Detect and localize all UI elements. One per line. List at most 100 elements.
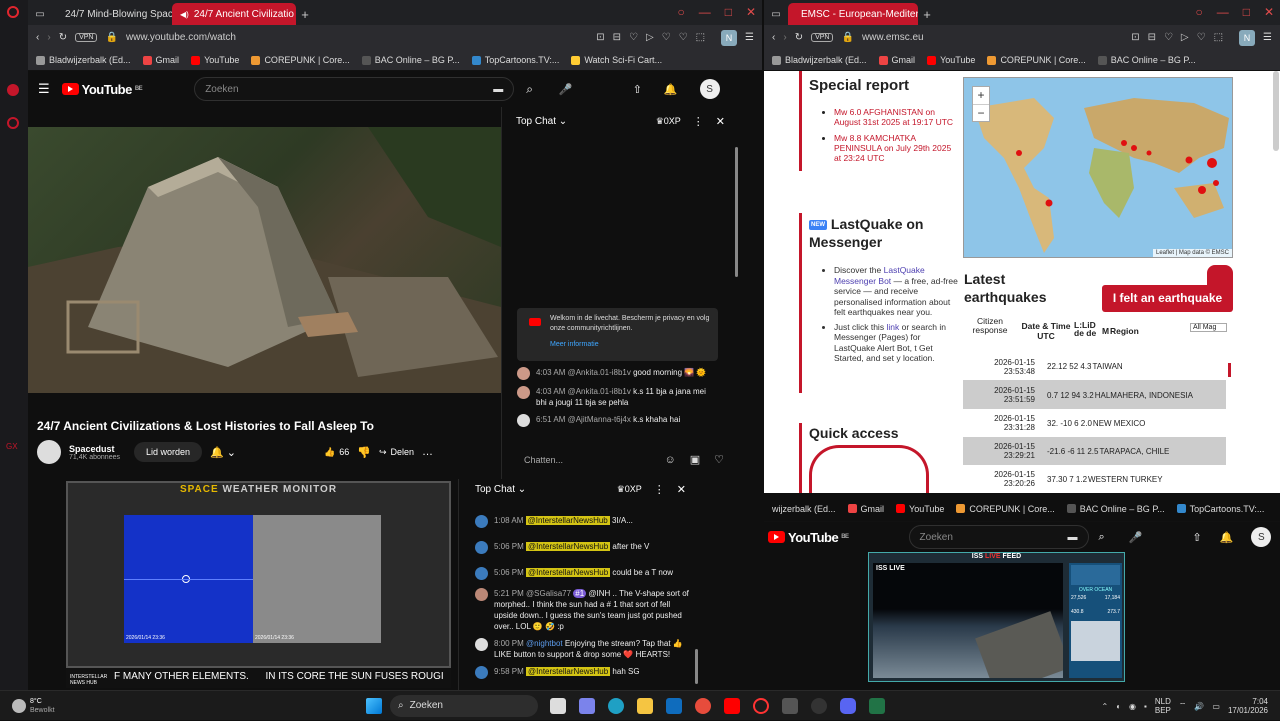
opera-gx-icon[interactable] — [753, 697, 769, 714]
tab-space[interactable]: 24/7 Mind-Blowing Space — [52, 3, 172, 25]
channel-name[interactable]: Spacedust — [69, 444, 120, 454]
teams-icon[interactable] — [579, 697, 595, 714]
bookmark-item[interactable]: YouTube — [191, 55, 239, 65]
maximize-icon[interactable]: □ — [725, 5, 732, 19]
super-chat-icon[interactable]: ▣ — [690, 453, 700, 466]
hamburger-icon[interactable]: ☰ — [38, 81, 50, 97]
avatar[interactable]: S — [699, 79, 720, 99]
close-window-icon[interactable]: ✕ — [746, 5, 756, 19]
search-tabs-icon[interactable]: ○ — [1195, 5, 1202, 19]
iss-video-player[interactable]: ISS LIVE FEED ISS LIVE OVER OCEAN 27,526… — [868, 552, 1125, 682]
battery-icon[interactable]: ▭ — [1212, 702, 1220, 711]
quick-access-icon[interactable] — [809, 445, 929, 493]
start-button-icon[interactable] — [366, 697, 382, 714]
upload-icon[interactable]: ⇧ — [633, 83, 642, 96]
search-input[interactable]: Zoeken ▬ — [194, 77, 515, 101]
tray-overflow-icon[interactable]: ⌃ — [1102, 702, 1109, 711]
bookmark-item[interactable]: BAC Online – BG P... — [1066, 504, 1165, 514]
profile-icon[interactable]: N — [1239, 29, 1256, 46]
more-options-icon[interactable]: ⋮ — [693, 115, 704, 128]
discord-icon[interactable] — [840, 697, 856, 714]
heart-icon[interactable]: ♡ — [714, 453, 724, 466]
language-indicator[interactable]: NLD BEP — [1155, 697, 1171, 715]
minimize-icon[interactable]: — — [699, 5, 711, 19]
chrome-icon[interactable] — [695, 697, 711, 714]
vpn-badge[interactable]: VPN — [75, 33, 98, 42]
forward-icon[interactable]: › — [47, 32, 50, 43]
bookmark-item[interactable]: YouTube — [927, 55, 975, 65]
maximize-icon[interactable]: □ — [1243, 5, 1250, 19]
special-report-link[interactable]: Mw 6.0 AFGHANISTAN on August 31st 2025 a… — [834, 107, 953, 127]
close-chat-icon[interactable]: ✕ — [677, 483, 686, 496]
microphone-icon[interactable]: 🎤 — [559, 83, 573, 96]
bookmark-item[interactable]: COREPUNK | Core... — [251, 55, 350, 65]
explorer-icon[interactable] — [637, 697, 653, 714]
tab-menu-icon[interactable]: ▭ — [28, 3, 52, 25]
bookmark-item[interactable]: Bladwijzerbalk (Ed... — [36, 55, 131, 65]
reload-icon[interactable]: ↻ — [59, 32, 67, 43]
obs-icon[interactable] — [811, 697, 827, 714]
outlook-icon[interactable] — [666, 697, 682, 714]
bell-icon[interactable]: 🔔 — [1220, 531, 1234, 544]
volume-icon[interactable]: 🔊 — [1194, 702, 1204, 711]
dislike-icon[interactable]: 👎 — [357, 446, 371, 459]
table-row[interactable]: 2026-01-15 23:31:28 32. -10 6 2.0 NEW MEXIC… — [963, 409, 1226, 437]
tray-app-icon[interactable]: ◐ — [1116, 702, 1121, 711]
calculator-icon[interactable] — [782, 697, 798, 714]
tab-emsc[interactable]: EMSC - European-Mediter × — [788, 3, 918, 25]
table-row[interactable]: 2026-01-15 23:20:26 37.30 7 1.2 WESTERN TUR… — [963, 465, 1226, 493]
more-options-icon[interactable]: ⋮ — [654, 483, 665, 496]
table-row[interactable]: 2026-01-15 23:29:21 -21.6 -6 11 2.5 TARAPAC… — [963, 437, 1226, 465]
emoji-icon[interactable]: ☺ — [664, 454, 675, 466]
tab-menu-icon[interactable]: ▭ — [764, 3, 788, 25]
zoom-in-button[interactable]: + — [973, 87, 989, 104]
bookmark-item[interactable]: Gmail — [878, 55, 915, 65]
notifications-icon[interactable]: 🔔 ⌄ — [210, 446, 236, 459]
tray-app-icon[interactable]: ▪ — [1144, 702, 1147, 711]
special-report-link[interactable]: Mw 8.8 KAMCHATKA PENINSULA on July 29th … — [834, 133, 951, 163]
bookmark-item[interactable]: COREPUNK | Core... — [956, 504, 1055, 514]
menu-icon[interactable]: ☰ — [1263, 32, 1272, 43]
sidebar-gx-icon[interactable]: GX — [6, 442, 18, 451]
keyboard-icon[interactable]: ▬ — [493, 84, 503, 95]
video-player[interactable] — [28, 127, 501, 393]
bookmark-item[interactable]: BAC Online – BG P... — [1097, 55, 1196, 65]
xp-badge[interactable]: ♛0XP — [656, 116, 681, 127]
avatar[interactable]: S — [1251, 527, 1272, 547]
youtube-logo[interactable]: YouTube BE — [768, 530, 849, 545]
youtube-icon[interactable] — [724, 697, 740, 714]
bookmark-item[interactable]: Watch Sci-Fi Cart... — [571, 55, 662, 65]
page-scrollbar[interactable] — [1273, 71, 1279, 151]
keyboard-icon[interactable]: ▬ — [1068, 532, 1078, 543]
youtube-logo[interactable]: YouTube BE — [61, 82, 143, 97]
search-icon[interactable]: ⌕ — [526, 82, 533, 97]
share-button[interactable]: ↪ Delen — [379, 447, 414, 458]
join-button[interactable]: Lid worden — [134, 442, 203, 462]
chat-scrollbar[interactable] — [735, 147, 738, 277]
reload-icon[interactable]: ↻ — [795, 32, 803, 43]
tab-ancient[interactable]: ◀) 24/7 Ancient Civilizatio × — [172, 3, 296, 25]
search-icon[interactable]: ⌕ — [1099, 531, 1105, 544]
space-weather-stream[interactable]: SPACE WEATHER MONITOR 2026/01/14 23:36 2… — [66, 481, 451, 668]
upload-icon[interactable]: ⇧ — [1192, 531, 1201, 544]
bookmark-item[interactable]: wijzerbalk (Ed... — [772, 504, 836, 514]
opera-logo-icon[interactable] — [7, 6, 19, 18]
magnitude-filter[interactable]: All Mag — [1190, 323, 1228, 332]
back-icon[interactable]: ‹ — [772, 32, 775, 43]
back-icon[interactable]: ‹ — [36, 32, 39, 43]
new-tab-icon[interactable]: + — [296, 3, 314, 25]
table-scrollbar[interactable] — [1228, 363, 1231, 377]
profile-icon[interactable]: N — [721, 29, 738, 46]
chat-scrollbar[interactable] — [695, 649, 698, 684]
new-tab-icon[interactable]: + — [918, 3, 936, 25]
table-row[interactable]: 2026-01-15 23:53:48 22.12 52 4.3 TAIWAN — [963, 353, 1226, 381]
more-info-link[interactable]: Meer informatie — [550, 340, 712, 350]
toolbar-icons[interactable]: ⊡⊟♡▷♡♡⬚ — [596, 32, 713, 43]
clock[interactable]: 7:04 17/01/2026 — [1228, 697, 1268, 715]
bell-icon[interactable]: 🔔 — [664, 83, 678, 96]
bookmark-item[interactable]: TopCartoons.TV:... — [1176, 504, 1264, 514]
url-field[interactable]: www.youtube.com/watch — [126, 32, 588, 43]
felt-button-tab[interactable] — [1207, 265, 1233, 287]
chat-mode-dropdown[interactable]: Top Chat ⌄ — [516, 116, 567, 127]
bookmark-item[interactable]: Bladwijzerbalk (Ed... — [772, 55, 867, 65]
